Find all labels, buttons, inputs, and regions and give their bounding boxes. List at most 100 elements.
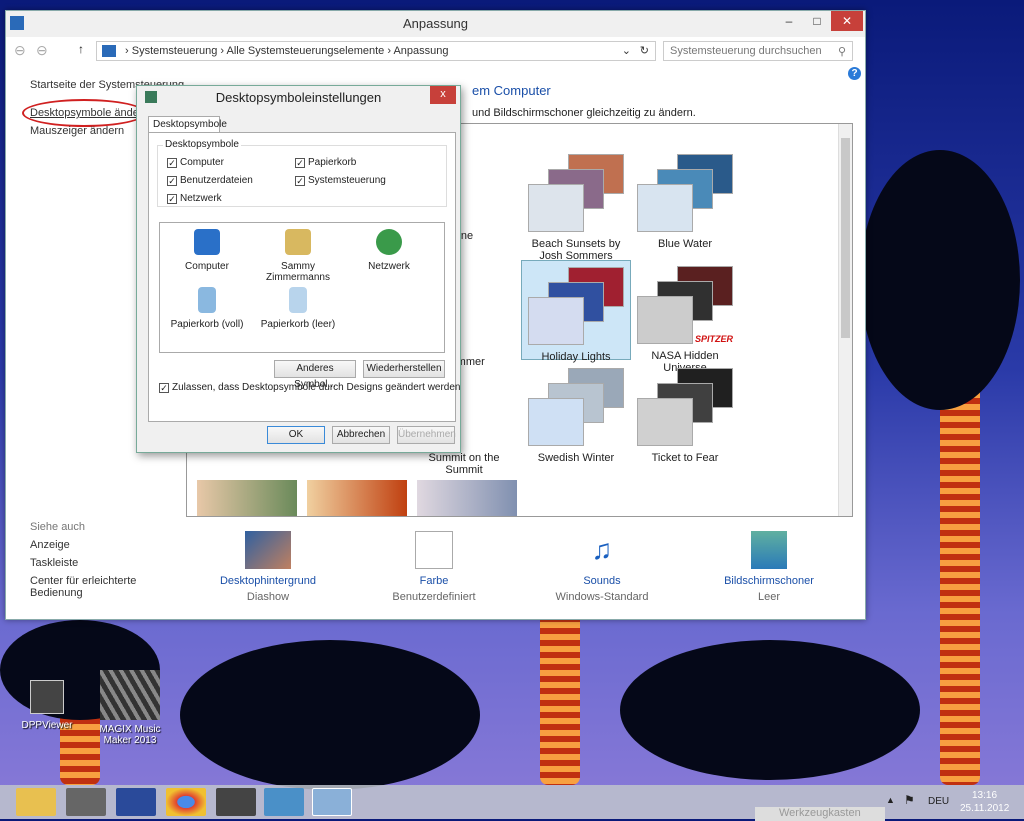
setting-value: Leer xyxy=(757,591,781,603)
desktop-icon-dppviewer[interactable]: DPPViewer xyxy=(12,680,82,731)
wallpaper-icon xyxy=(245,531,291,569)
spitzer-logo: SPITZER xyxy=(694,334,733,344)
tab-desktopsymbole[interactable]: Desktopsymbole xyxy=(148,116,227,133)
explorer-taskbar-icon[interactable] xyxy=(16,788,56,816)
icon-label: Sammy Zimmermanns xyxy=(266,261,330,283)
clock-date[interactable]: 25.11.2012 xyxy=(960,803,1009,814)
close-button[interactable]: ✕ xyxy=(831,11,863,31)
link-taskleiste[interactable]: Taskleiste xyxy=(30,557,78,569)
checkbox-label: Papierkorb xyxy=(308,157,357,168)
checkbox-label: Benutzerdateien xyxy=(180,175,253,186)
help-icon[interactable]: ? xyxy=(848,67,861,80)
breadcrumb-anpassung[interactable]: Anpassung xyxy=(393,45,448,57)
cancel-button[interactable]: Abbrechen xyxy=(332,426,390,444)
theme-item[interactable]: SPITZERNASA Hidden Universe xyxy=(630,266,740,374)
checkbox-benutzerdateien[interactable]: ✓ Benutzerdateien xyxy=(167,175,253,186)
nav-mouse-link[interactable]: Mauszeiger ändern xyxy=(30,125,124,137)
gimp-taskbar-icon[interactable] xyxy=(66,788,106,816)
screensaver-icon xyxy=(751,531,787,569)
desktop-icon-magix[interactable]: MAGIX Music Maker 2013 xyxy=(90,670,170,746)
icon-computer[interactable]: Computer xyxy=(162,229,252,272)
dropdown-icon[interactable]: ⌄ xyxy=(622,42,631,60)
theme-label: Holiday Lights xyxy=(541,351,611,363)
theme-label: Blue Water xyxy=(657,238,712,250)
change-icon-button[interactable]: Anderes Symbol... xyxy=(274,360,356,390)
app-icon xyxy=(10,16,24,30)
icon-label: Papierkorb (leer) xyxy=(260,319,336,330)
personalization-taskbar-icon[interactable] xyxy=(312,788,352,816)
checkbox-systemsteuerung[interactable]: ✓ Systemsteuerung xyxy=(295,175,386,186)
apply-button-disabled: Übernehmen xyxy=(397,426,456,444)
theme-item-selected[interactable]: Holiday Lights xyxy=(521,260,631,363)
checkbox-computer[interactable]: ✓ Computer xyxy=(167,157,224,168)
control-panel-taskbar-icon[interactable] xyxy=(264,788,304,816)
setting-value: Diashow xyxy=(246,591,290,603)
sounds-setting[interactable]: ♫ Sounds Windows-Standard xyxy=(537,531,667,603)
search-placeholder: Systemsteuerung durchsuchen xyxy=(670,45,822,57)
theme-label: Swedish Winter xyxy=(537,452,615,464)
theme-thumbnail[interactable] xyxy=(197,480,297,516)
icon-label: Papierkorb (voll) xyxy=(170,319,244,330)
theme-label: Summit on the Summit xyxy=(428,452,500,476)
icon-recycle-bin-empty[interactable]: Papierkorb (leer) xyxy=(253,287,343,330)
icon-network[interactable]: Netzwerk xyxy=(344,229,434,272)
maximize-button[interactable]: □ xyxy=(803,11,831,31)
checkbox-papierkorb[interactable]: ✓ Papierkorb xyxy=(295,157,356,168)
checkbox-label: Computer xyxy=(180,157,224,168)
forward-icon[interactable]: ⊖ xyxy=(36,42,48,59)
minimize-button[interactable]: – xyxy=(775,11,803,31)
link-ease-of-access[interactable]: Center für erleichterte Bedienung xyxy=(30,575,140,599)
dppviewer-taskbar-icon[interactable] xyxy=(216,788,256,816)
action-center-flag-icon[interactable]: ⚑ xyxy=(904,793,915,807)
show-hidden-icons[interactable]: ▲ xyxy=(886,795,895,805)
theme-thumbnail[interactable] xyxy=(417,480,517,516)
address-bar[interactable]: › Systemsteuerung › Alle Systemsteuerung… xyxy=(96,41,656,61)
setting-value: Windows-Standard xyxy=(555,591,649,603)
theme-label: Beach Sunsets by Josh Sommers xyxy=(531,238,621,262)
theme-item[interactable]: Ticket to Fear xyxy=(630,368,740,464)
scrollbar[interactable] xyxy=(838,124,852,516)
setting-label: Desktophintergrund xyxy=(219,575,316,587)
checkbox-label: Netzwerk xyxy=(180,193,222,204)
dialog-close-button[interactable]: x xyxy=(430,86,456,104)
icon-recycle-bin-full[interactable]: Papierkorb (voll) xyxy=(162,287,252,330)
screensaver-setting[interactable]: Bildschirmschoner Leer xyxy=(704,531,834,603)
breadcrumb-systemsteuerung[interactable]: Systemsteuerung xyxy=(132,45,218,57)
color-setting[interactable]: Farbe Benutzerdefiniert xyxy=(369,531,499,603)
separator: › xyxy=(387,45,392,57)
icon-user-files[interactable]: Sammy Zimmermanns xyxy=(253,229,343,283)
checkbox-label: Systemsteuerung xyxy=(308,175,386,186)
chrome-taskbar-icon[interactable] xyxy=(166,788,206,816)
theme-item[interactable]: Swedish Winter xyxy=(521,368,631,464)
back-icon[interactable]: ⊖ xyxy=(14,42,26,59)
icon-list: Computer Sammy Zimmermanns Netzwerk Papi… xyxy=(159,222,445,353)
page-description: und Bildschirmschoner gleichzeitig zu än… xyxy=(472,107,696,119)
page-heading: em Computer xyxy=(472,83,551,98)
restore-button[interactable]: Wiederherstellen xyxy=(363,360,445,378)
clock-time[interactable]: 13:16 xyxy=(972,790,997,801)
breadcrumb-alle-elemente[interactable]: Alle Systemsteuerungselemente xyxy=(227,45,385,57)
checkbox-netzwerk[interactable]: ✓ Netzwerk xyxy=(167,193,222,204)
see-also-heading: Siehe auch xyxy=(30,521,86,533)
group-label: Desktopsymbole xyxy=(163,139,241,150)
theme-item[interactable]: Beach Sunsets by Josh Sommers xyxy=(521,154,631,262)
ok-button[interactable]: OK xyxy=(267,426,325,444)
setting-label: Bildschirmschoner xyxy=(724,575,814,587)
separator: › xyxy=(220,45,225,57)
search-input[interactable]: Systemsteuerung durchsuchen ⚲ xyxy=(663,41,853,61)
desktop-background-setting[interactable]: Desktophintergrund Diashow xyxy=(203,531,333,603)
link-anzeige[interactable]: Anzeige xyxy=(30,539,70,551)
taskbar: Werkzeugkasten ▲ ⚑ DEU 13:16 25.11.2012 xyxy=(0,785,1024,821)
theme-thumbnail[interactable] xyxy=(307,480,407,516)
search-icon: ⚲ xyxy=(837,46,846,58)
save-taskbar-icon[interactable] xyxy=(116,788,156,816)
up-icon[interactable]: ↑ xyxy=(78,42,84,56)
separator: › xyxy=(125,45,129,57)
sounds-icon: ♫ xyxy=(591,534,613,565)
theme-item[interactable]: Blue Water xyxy=(630,154,740,250)
setting-label: Sounds xyxy=(583,575,621,587)
refresh-icon[interactable]: ↻ xyxy=(640,42,649,60)
language-indicator[interactable]: DEU xyxy=(928,796,949,807)
allow-themes-checkbox[interactable]: ✓ Zulassen, dass Desktopsymbole durch Des… xyxy=(159,382,461,393)
title-bar: Anpassung – □ ✕ xyxy=(6,11,865,37)
